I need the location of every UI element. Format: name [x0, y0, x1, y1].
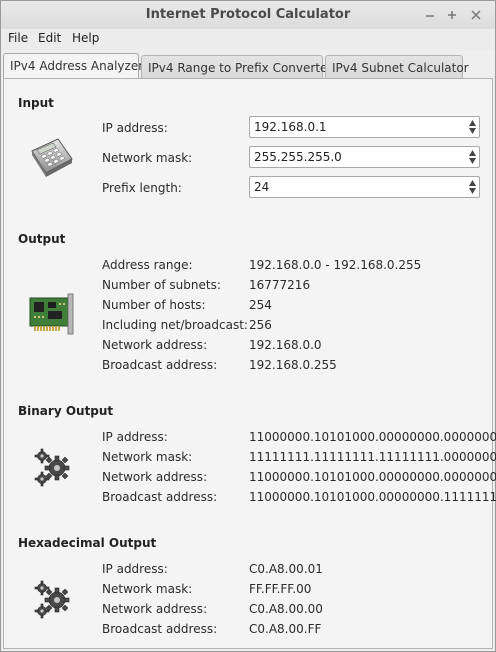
maximize-icon — [448, 11, 456, 19]
ip-address-value[interactable]: 192.168.0.1 — [254, 120, 327, 134]
tab-ipv4-range-to-prefix-converter[interactable]: IPv4 Range to Prefix Converter — [141, 55, 332, 79]
hex-value-ip-address: C0.A8.00.01 — [249, 562, 323, 576]
prefix-length-value[interactable]: 24 — [254, 180, 269, 194]
binary-value-broadcast-address: 11000000.10101000.00000000.11111111 — [249, 490, 496, 504]
hex-value-network-mask: FF.FF.FF.00 — [249, 582, 312, 596]
close-icon — [471, 10, 481, 20]
output-value-number-of-subnets: 16777216 — [249, 278, 311, 292]
prefix-length-label: Prefix length: — [102, 181, 182, 195]
output-value-address-range: 192.168.0.0 - 192.168.0.255 — [249, 258, 422, 272]
hex-value-broadcast-address: C0.A8.00.FF — [249, 622, 322, 636]
binary-value-ip-address: 11000000.10101000.00000000.00000001 — [249, 430, 496, 444]
tab-panel: Input IP address: 192.168.0.1 Network ma… — [3, 78, 496, 649]
gears-icon — [32, 578, 74, 623]
maximize-button[interactable] — [443, 6, 461, 24]
output-label-broadcast-address: Broadcast address: — [102, 358, 218, 372]
binary-label-network-mask: Network mask: — [102, 450, 193, 464]
title-bar[interactable]: Internet Protocol Calculator — [1, 1, 495, 29]
tab-ipv4-address-analyzer[interactable]: IPv4 Address Analyzer — [3, 53, 143, 79]
binary-value-network-mask: 11111111.11111111.11111111.00000000 — [249, 450, 496, 464]
output-label-number-of-subnets: Number of subnets: — [102, 278, 221, 292]
output-value-network-address: 192.168.0.0 — [249, 338, 322, 352]
hex-label-ip-address: IP address: — [102, 562, 168, 576]
input-section-title: Input — [18, 96, 54, 110]
spin-arrows-icon[interactable] — [468, 149, 477, 165]
calculator-icon — [28, 137, 74, 180]
tab-ipv4-subnet-calculator[interactable]: IPv4 Subnet Calculator — [325, 55, 469, 79]
output-label-including-net-broadcast: Including net/broadcast: — [102, 318, 248, 332]
output-label-number-of-hosts: Number of hosts: — [102, 298, 206, 312]
hex-label-broadcast-address: Broadcast address: — [102, 622, 218, 636]
prefix-length-input[interactable]: 24 — [249, 176, 480, 198]
output-value-number-of-hosts: 254 — [249, 298, 272, 312]
hex-label-network-address: Network address: — [102, 602, 208, 616]
binary-value-network-address: 11000000.10101000.00000000.00000000 — [249, 470, 496, 484]
output-label-network-address: Network address: — [102, 338, 208, 352]
spin-arrows-icon[interactable] — [468, 119, 477, 135]
menu-bar: File Edit Help — [1, 29, 495, 50]
ip-address-input[interactable]: 192.168.0.1 — [249, 116, 480, 138]
hex-label-network-mask: Network mask: — [102, 582, 193, 596]
binary-label-ip-address: IP address: — [102, 430, 168, 444]
network-card-icon — [28, 292, 76, 339]
output-label-address-range: Address range: — [102, 258, 193, 272]
minimize-icon — [426, 15, 434, 17]
hex-value-network-address: C0.A8.00.00 — [249, 602, 323, 616]
binary-label-broadcast-address: Broadcast address: — [102, 490, 218, 504]
gears-icon — [32, 446, 74, 491]
menu-edit[interactable]: Edit — [38, 31, 61, 45]
output-value-including-net-broadcast: 256 — [249, 318, 272, 332]
app-window: Internet Protocol Calculator File Edit H… — [0, 0, 496, 652]
menu-help[interactable]: Help — [72, 31, 99, 45]
network-mask-value[interactable]: 255.255.255.0 — [254, 150, 342, 164]
output-section-title: Output — [18, 232, 66, 246]
output-value-broadcast-address: 192.168.0.255 — [249, 358, 337, 372]
binary-label-network-address: Network address: — [102, 470, 208, 484]
close-button[interactable] — [467, 6, 485, 24]
ip-address-label: IP address: — [102, 121, 168, 135]
minimize-button[interactable] — [421, 6, 439, 24]
hex-section-title: Hexadecimal Output — [18, 536, 157, 550]
network-mask-input[interactable]: 255.255.255.0 — [249, 146, 480, 168]
spin-arrows-icon[interactable] — [468, 179, 477, 195]
tab-bar: IPv4 Address Analyzer IPv4 Range to Pref… — [1, 53, 495, 79]
binary-section-title: Binary Output — [18, 404, 114, 418]
network-mask-label: Network mask: — [102, 151, 193, 165]
menu-file[interactable]: File — [8, 31, 28, 45]
